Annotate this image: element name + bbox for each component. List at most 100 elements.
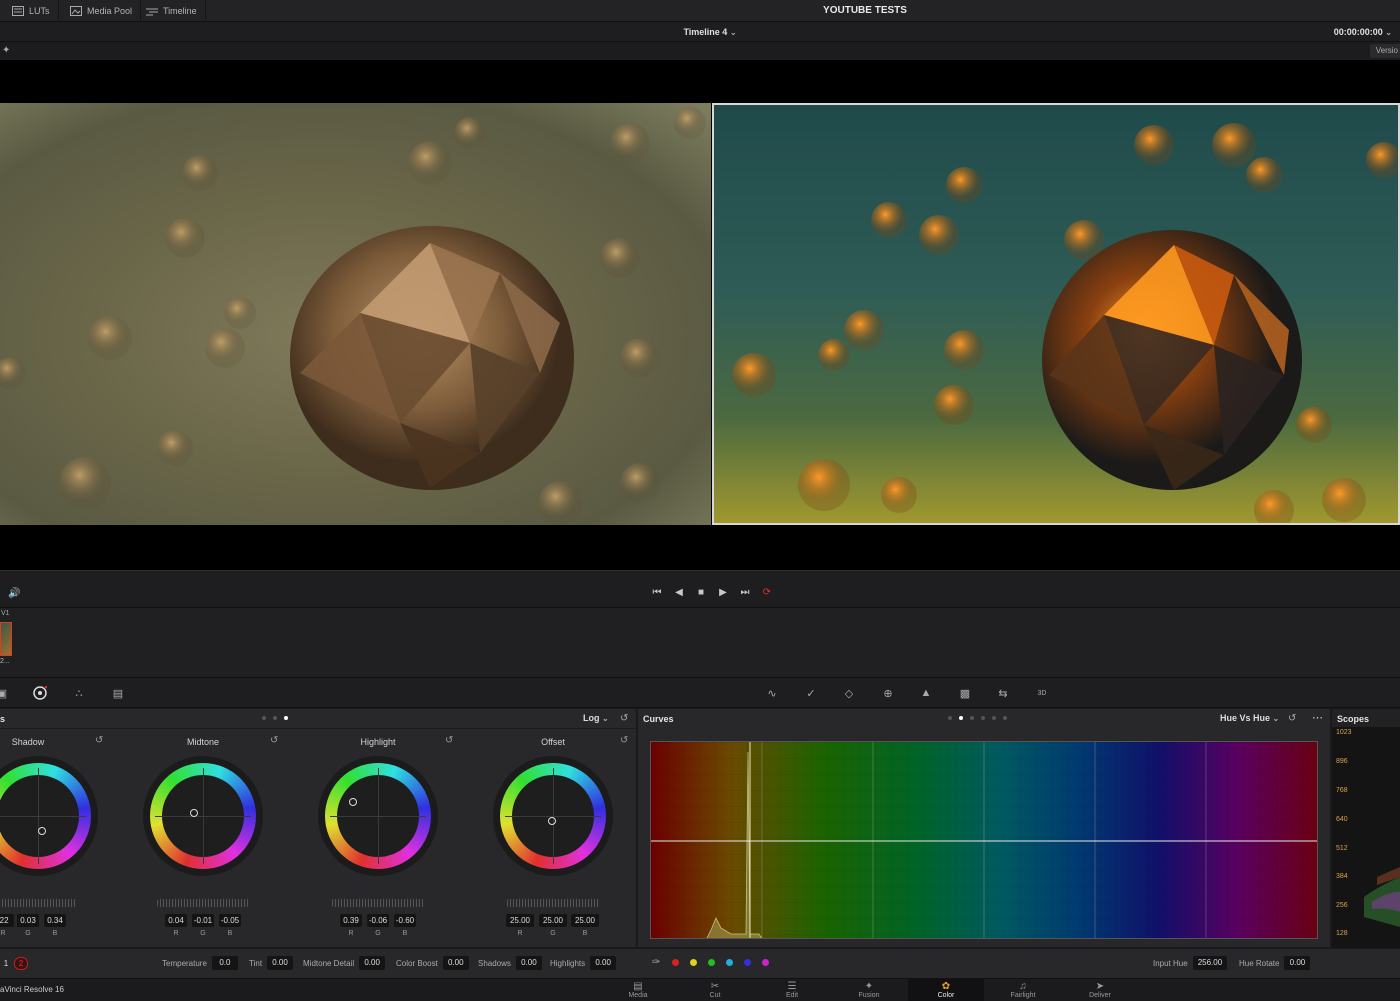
color-wheel-midtone[interactable]: [143, 756, 263, 876]
color-wheel-highlight[interactable]: [318, 756, 438, 876]
midtone-g-value[interactable]: -0.01: [192, 914, 214, 927]
page-tab-edit[interactable]: ☰ Edit: [754, 979, 830, 1001]
sizing-icon[interactable]: ⇆: [995, 685, 1011, 701]
hue-rotate-value[interactable]: 0.00: [1284, 956, 1311, 970]
page-tab-deliver[interactable]: ➤ Deliver: [1062, 979, 1138, 1001]
hue-rotate-param: Hue Rotate 0.00: [1239, 956, 1311, 970]
page-tab-fusion[interactable]: ✦ Fusion: [831, 979, 907, 1001]
swatch-blue[interactable]: [744, 959, 751, 966]
media-pool-button[interactable]: Media Pool: [62, 0, 142, 22]
page-tab-cut[interactable]: ✂ Cut: [677, 979, 753, 1001]
reset-icon[interactable]: ↺: [620, 735, 628, 746]
adjust-page-1[interactable]: 1: [0, 957, 12, 970]
version-button[interactable]: Versio: [1369, 44, 1400, 58]
wheels-mode-dropdown[interactable]: Log ⌄: [583, 713, 609, 723]
jump-start-icon[interactable]: ⏮: [650, 587, 664, 599]
highlights-label: Highlights: [550, 958, 586, 968]
shadow-r-value[interactable]: .22: [0, 914, 14, 927]
highlight-r-value[interactable]: 0.39: [340, 914, 362, 927]
color-wheels-icon[interactable]: [32, 685, 48, 701]
swatch-cyan[interactable]: [726, 959, 733, 966]
timeline-selector[interactable]: Timeline 4 ⌄: [660, 22, 760, 42]
viewer[interactable]: [0, 60, 1400, 570]
wheel-puck[interactable]: [190, 809, 198, 817]
master-wheel-shadow[interactable]: [0, 899, 76, 907]
midtone-b-value[interactable]: -0.05: [219, 914, 241, 927]
rgb-mixer-icon[interactable]: ∴: [71, 685, 87, 701]
window-icon[interactable]: ◇: [841, 685, 857, 701]
highlight-g-value[interactable]: -0.06: [367, 914, 389, 927]
reset-icon[interactable]: ↺: [445, 735, 453, 746]
shadow-g-value[interactable]: 0.03: [17, 914, 39, 927]
magic-wand-icon[interactable]: ✦: [2, 45, 14, 57]
offset-g-value[interactable]: 25.00: [539, 914, 567, 927]
status-bar: aVinci Resolve 16 ▤ Media ✂ Cut ☰ Edit ✦ Fus…: [0, 978, 1400, 1001]
qualifier-icon[interactable]: ✓: [803, 685, 819, 701]
more-options-icon[interactable]: ⋯: [1312, 711, 1323, 724]
3d-icon[interactable]: 3D: [1034, 685, 1050, 701]
stop-icon[interactable]: ■: [694, 587, 708, 599]
fusion-page-icon: ✦: [864, 981, 874, 992]
color-wheel-offset[interactable]: [493, 756, 613, 876]
loop-icon[interactable]: ⟳: [760, 587, 774, 599]
reset-icon[interactable]: ↺: [270, 735, 278, 746]
volume-icon[interactable]: 🔊: [8, 588, 22, 600]
curves-page-dots[interactable]: [948, 716, 1007, 720]
curves-icon[interactable]: ∿: [764, 685, 780, 701]
media-pool-label: Media Pool: [87, 6, 133, 16]
wheel-puck[interactable]: [548, 817, 556, 825]
input-hue-value[interactable]: 256.00: [1192, 956, 1228, 970]
swatch-green[interactable]: [708, 959, 715, 966]
clip-thumbnail[interactable]: [0, 622, 12, 656]
luts-button[interactable]: LUTs: [4, 0, 59, 22]
reset-icon[interactable]: ↺: [620, 713, 628, 724]
page-tab-fairlight[interactable]: ♫ Fairlight: [985, 979, 1061, 1001]
midtone-r-value[interactable]: 0.04: [165, 914, 187, 927]
shadow-b-value[interactable]: 0.34: [44, 914, 66, 927]
temperature-value[interactable]: 0.0: [211, 956, 238, 970]
midtone-detail-value[interactable]: 0.00: [359, 956, 386, 970]
motion-effects-icon[interactable]: ▤: [110, 685, 126, 701]
master-wheel-offset[interactable]: [507, 899, 599, 907]
play-icon[interactable]: ▶: [716, 587, 730, 599]
play-reverse-icon[interactable]: ◀: [672, 587, 686, 599]
eyedropper-icon[interactable]: ✑: [652, 957, 660, 968]
viewer-frame-before: [0, 103, 711, 525]
hue-vs-hue-graph[interactable]: [650, 741, 1318, 939]
channel-label-b: B: [582, 930, 588, 937]
wheel-title-shadow: Shadow: [11, 737, 45, 747]
timeline-button[interactable]: Timeline: [138, 0, 206, 22]
media-pool-icon: [70, 6, 82, 16]
swatch-red[interactable]: [672, 959, 679, 966]
reset-icon[interactable]: ↺: [95, 735, 103, 746]
wheel-puck[interactable]: [38, 827, 46, 835]
highlights-value[interactable]: 0.00: [590, 956, 617, 970]
key-icon[interactable]: ▩: [957, 685, 973, 701]
tint-value[interactable]: 0.00: [267, 956, 294, 970]
offset-r-value[interactable]: 25.00: [506, 914, 534, 927]
offset-b-value[interactable]: 25.00: [571, 914, 599, 927]
input-hue-param: Input Hue 256.00: [1153, 956, 1228, 970]
master-wheel-highlight[interactable]: [332, 899, 424, 907]
page-tab-color[interactable]: ✿ Color: [908, 979, 984, 1001]
adjust-page-2[interactable]: 2: [14, 957, 28, 970]
reset-icon[interactable]: ↺: [1288, 713, 1296, 724]
wheel-puck[interactable]: [349, 798, 357, 806]
shadows-value[interactable]: 0.00: [515, 956, 542, 970]
timecode-display[interactable]: 00:00:00:00 ⌄: [1334, 22, 1392, 42]
highlight-b-value[interactable]: -0.60: [394, 914, 416, 927]
blur-icon[interactable]: ▲: [918, 685, 934, 701]
page-tab-media[interactable]: ▤ Media: [600, 979, 676, 1001]
before-image: [0, 107, 706, 525]
swatch-magenta[interactable]: [762, 959, 769, 966]
curves-mode-dropdown[interactable]: Hue Vs Hue ⌄: [1220, 713, 1279, 723]
chevron-down-icon: ⌄: [729, 28, 737, 37]
tracker-icon[interactable]: ⊕: [880, 685, 896, 701]
master-wheel-midtone[interactable]: [157, 899, 249, 907]
swatch-yellow[interactable]: [690, 959, 697, 966]
color-boost-value[interactable]: 0.00: [442, 956, 469, 970]
color-wheel-shadow[interactable]: [0, 756, 98, 876]
jump-end-icon[interactable]: ⏭: [738, 587, 752, 599]
camera-raw-icon[interactable]: ▣: [0, 685, 10, 701]
wheels-page-dots[interactable]: [262, 716, 288, 720]
